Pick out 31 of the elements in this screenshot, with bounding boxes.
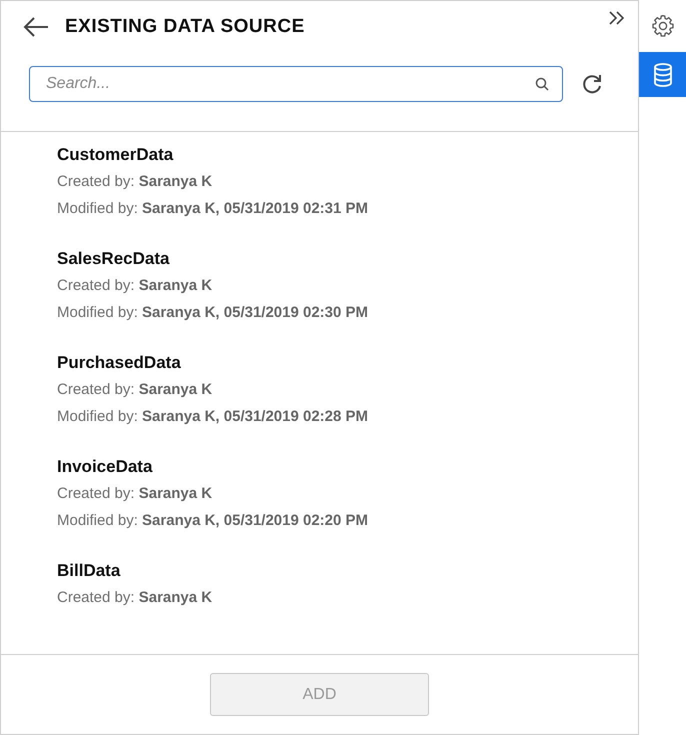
- data-source-name[interactable]: CustomerData: [57, 144, 638, 166]
- refresh-icon[interactable]: [581, 73, 603, 95]
- created-by-value: Saranya K: [138, 589, 212, 606]
- created-by-value: Saranya K: [138, 485, 212, 502]
- created-by-value: Saranya K: [138, 277, 212, 294]
- modified-by-label: Modified by:: [57, 408, 138, 425]
- created-by-label: Created by:: [57, 381, 135, 398]
- created-by-label: Created by:: [57, 173, 135, 190]
- search-icon[interactable]: [535, 77, 549, 91]
- sidebar-tab[interactable]: [639, 52, 686, 97]
- settings-icon: [650, 13, 676, 39]
- created-by-label: Created by:: [57, 589, 135, 606]
- panel-title: EXISTING DATA SOURCE: [65, 16, 305, 38]
- data-source-name[interactable]: SalesRecData: [57, 248, 638, 270]
- modified-by-value: Saranya K, 05/31/2019 02:30 PM: [142, 304, 368, 321]
- collapse-icon[interactable]: [608, 11, 626, 25]
- data-source-name[interactable]: PurchasedData: [57, 352, 638, 374]
- modified-by-value: Saranya K, 05/31/2019 02:28 PM: [142, 408, 368, 425]
- data-source-name[interactable]: BillData: [57, 560, 638, 582]
- back-arrow-icon[interactable]: [23, 16, 49, 38]
- modified-by-label: Modified by:: [57, 304, 138, 321]
- created-by-label: Created by:: [57, 277, 135, 294]
- created-by-value: Saranya K: [138, 381, 212, 398]
- modified-by-value: Saranya K, 05/31/2019 02:20 PM: [142, 512, 368, 529]
- data-source-name[interactable]: InvoiceData: [57, 456, 638, 478]
- modified-by-value: Saranya K, 05/31/2019 02:31 PM: [142, 200, 368, 217]
- search-field[interactable]: Search...: [29, 66, 563, 102]
- created-by-label: Created by:: [57, 485, 135, 502]
- modified-by-label: Modified by:: [57, 200, 138, 217]
- created-by-value: Saranya K: [138, 173, 212, 190]
- modified-by-label: Modified by:: [57, 512, 138, 529]
